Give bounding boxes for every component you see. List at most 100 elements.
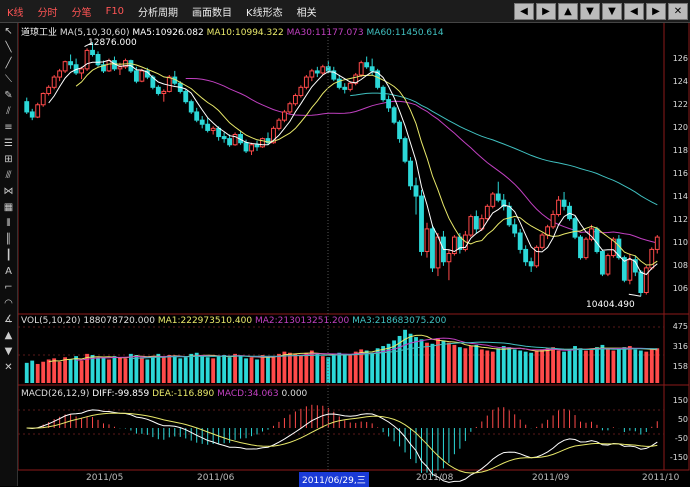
volume-bar	[408, 333, 413, 383]
candle-body	[106, 60, 112, 72]
nav-prev-icon[interactable]: ◀	[624, 3, 644, 20]
x-date-label: 2011/06	[197, 473, 235, 483]
cursor-icon[interactable]: ↖	[1, 24, 16, 39]
drawing-toolbar: ↖ ╲ ╱ ⟍ ✎ ⫽ ≡ ☰ ⊞ ⫻ ⋈ ▦ ⦀ ║ ┃ A ⌐ ◠ ∡ ▲ …	[0, 23, 18, 486]
nav-zoom-icon[interactable]: ▼	[602, 3, 622, 20]
zigzag-icon[interactable]: ⋈	[1, 184, 16, 199]
nav-left-icon[interactable]: ◀	[514, 3, 534, 20]
volume-bar	[490, 351, 495, 383]
fib-icon[interactable]: ☰	[1, 136, 16, 151]
stock-name: 道琼工业	[21, 28, 58, 38]
candle-body	[468, 216, 474, 236]
candle-body	[605, 255, 611, 275]
menu-screens[interactable]: 画面数目	[185, 4, 239, 19]
y-tick-label: 122	[672, 100, 688, 109]
candle-body	[95, 53, 101, 66]
gann-icon[interactable]: ⊞	[1, 152, 16, 167]
y-tick-label: -150	[669, 453, 688, 462]
volume-bar	[337, 352, 342, 383]
volume-bar	[523, 351, 528, 383]
price-header: 道琼工业 MA(5,10,30,60) MA5:10926.082 MA10:1…	[21, 25, 444, 38]
candle-body	[221, 136, 227, 140]
menu-f10[interactable]: F10	[99, 6, 131, 17]
fan-icon[interactable]: ⫻	[1, 168, 16, 183]
volume-bar	[57, 361, 62, 383]
menu-period[interactable]: 分析周期	[131, 4, 185, 19]
down-arrow-icon[interactable]: ▼	[1, 344, 16, 359]
volume-bar	[52, 358, 57, 383]
candle-body	[594, 228, 600, 252]
box-icon[interactable]: ⌐	[1, 280, 16, 295]
nav-up-icon[interactable]: ▲	[558, 3, 578, 20]
channel-icon[interactable]: ≡	[1, 120, 16, 135]
volume-bar	[644, 351, 649, 383]
up-arrow-icon[interactable]: ▲	[1, 328, 16, 343]
volume-bar	[46, 359, 51, 383]
volume-bar	[507, 347, 512, 383]
volume-bar	[364, 350, 369, 383]
y-tick-label: 50	[677, 415, 688, 424]
menu-ticks[interactable]: 分笔	[65, 4, 99, 19]
volume-bar	[222, 355, 227, 383]
text-icon[interactable]: A	[1, 264, 16, 279]
volume-bar	[63, 357, 68, 383]
x-date-label: 2011/05	[86, 473, 124, 483]
menu-timeshare[interactable]: 分时	[31, 4, 65, 19]
ma60-value: MA60:11450.614	[366, 28, 444, 38]
period-icon[interactable]: ⦀	[1, 216, 16, 231]
candle-body	[260, 138, 265, 148]
volume-bar	[172, 356, 177, 383]
ruler-icon[interactable]: ┃	[1, 248, 16, 263]
vol-ma2: MA2:213013251.200	[254, 316, 350, 326]
volume-bar	[496, 348, 501, 383]
candle-body	[155, 86, 161, 94]
candle-body	[84, 49, 90, 70]
candle-body	[216, 127, 222, 138]
menu-related[interactable]: 相关	[290, 4, 324, 19]
x-date-label: 2011/08	[416, 473, 454, 483]
ma5-line	[48, 59, 658, 276]
volume-bar	[600, 344, 605, 383]
volume-bar	[403, 329, 407, 383]
macd-value: MACD:34.063	[217, 389, 279, 399]
volume-bar	[479, 349, 484, 383]
candle-body	[506, 205, 512, 226]
ray-icon[interactable]: ╱	[1, 56, 16, 71]
y-tick-label: 475	[672, 322, 688, 331]
segment-icon[interactable]: ⟍	[1, 72, 16, 87]
volume-bar	[430, 343, 435, 383]
nav-next-icon[interactable]: ▶	[646, 3, 666, 20]
volume-bar	[622, 347, 627, 383]
volume-bar	[578, 348, 583, 383]
volume-bar	[107, 359, 111, 383]
grid-icon[interactable]: ▦	[1, 200, 16, 215]
erase-icon[interactable]: ✕	[1, 360, 16, 375]
candle-body	[254, 144, 260, 148]
volume-bar	[545, 348, 550, 383]
high-label: 12876.000	[88, 38, 137, 48]
candle-body	[161, 90, 167, 94]
volume-bar	[649, 349, 654, 383]
bars-icon[interactable]: ║	[1, 232, 16, 247]
volume-bar	[287, 352, 292, 383]
arc-icon[interactable]: ◠	[1, 296, 16, 311]
nav-down-icon[interactable]: ▼	[580, 3, 600, 20]
candle-body	[68, 61, 74, 66]
menu-pattern[interactable]: K线形态	[239, 4, 290, 19]
parallel-icon[interactable]: ⫽	[1, 104, 16, 119]
stock-chart[interactable]	[0, 0, 690, 486]
candle-body	[627, 259, 633, 281]
candle-body	[46, 86, 52, 94]
candle-body	[419, 195, 424, 252]
macd-indicator-name: MACD(26,12,9)	[21, 389, 90, 399]
angle-icon[interactable]: ∡	[1, 312, 16, 327]
menu-kline[interactable]: K线	[0, 4, 31, 19]
line-icon[interactable]: ╲	[1, 40, 16, 55]
pencil-icon[interactable]: ✎	[1, 88, 16, 103]
volume-bar	[595, 347, 599, 383]
candle-body	[292, 95, 298, 105]
nav-right-icon[interactable]: ▶	[536, 3, 556, 20]
candle-body	[528, 261, 534, 267]
low-label: 10404.490	[586, 300, 635, 310]
close-icon[interactable]: ✕	[668, 3, 688, 20]
